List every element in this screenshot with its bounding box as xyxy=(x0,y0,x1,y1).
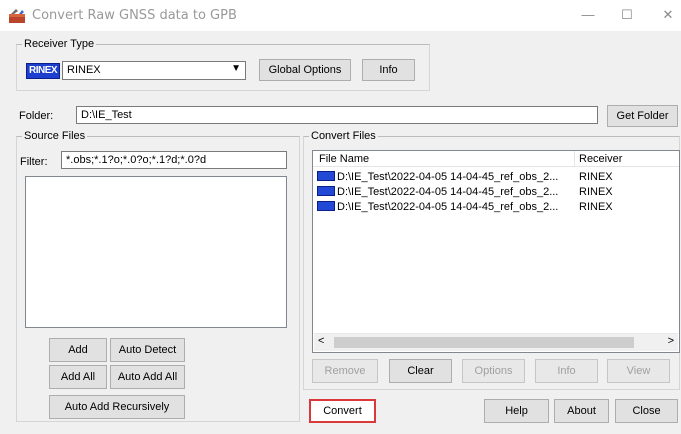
view-button[interactable]: View xyxy=(607,359,670,383)
add-button[interactable]: Add xyxy=(49,338,107,362)
file-info-button[interactable]: Info xyxy=(535,359,598,383)
convert-files-list[interactable]: File Name Receiver D:\IE_Test\2022-04-05… xyxy=(312,150,680,353)
filter-input[interactable]: *.obs;*.1?o;*.0?o;*.1?d;*.0?d xyxy=(61,151,287,169)
convert-files-label: Convert Files xyxy=(309,129,378,143)
remove-button[interactable]: Remove xyxy=(312,359,378,383)
close-button[interactable]: Close xyxy=(615,399,678,423)
close-window-button[interactable]: ✕ xyxy=(658,6,678,24)
receiver-info-button[interactable]: Info xyxy=(362,59,415,81)
column-header-file-name[interactable]: File Name xyxy=(313,151,575,167)
rinex-file-icon xyxy=(317,201,335,212)
rinex-logo: RINEX xyxy=(26,63,61,79)
help-button[interactable]: Help xyxy=(484,399,549,423)
source-files-list[interactable] xyxy=(25,176,287,328)
auto-add-all-button[interactable]: Auto Add All xyxy=(110,365,185,389)
scroll-right-icon[interactable]: > xyxy=(668,335,674,347)
window-title: Convert Raw GNSS data to GPB xyxy=(32,8,237,23)
receiver-select-value: RINEX xyxy=(67,64,101,76)
table-row[interactable]: D:\IE_Test\2022-04-05 14-04-45_ref_obs_2… xyxy=(317,170,677,185)
folder-input[interactable]: D:\IE_Test xyxy=(76,106,598,124)
row-receiver: RINEX xyxy=(579,171,613,183)
global-options-button[interactable]: Global Options xyxy=(259,59,351,81)
convert-button[interactable]: Convert xyxy=(309,399,376,423)
receiver-type-label: Receiver Type xyxy=(22,37,97,51)
clear-button[interactable]: Clear xyxy=(389,359,452,383)
source-files-label: Source Files xyxy=(22,129,88,143)
row-file-name: D:\IE_Test\2022-04-05 14-04-45_ref_obs_2… xyxy=(337,201,559,213)
about-button[interactable]: About xyxy=(554,399,609,423)
folder-label: Folder: xyxy=(19,110,54,122)
rinex-file-icon xyxy=(317,171,335,182)
table-row[interactable]: D:\IE_Test\2022-04-05 14-04-45_ref_obs_2… xyxy=(317,200,677,215)
get-folder-button[interactable]: Get Folder xyxy=(607,105,678,127)
toolbox-icon xyxy=(9,9,25,23)
horizontal-scrollbar[interactable]: < > xyxy=(314,333,678,351)
rinex-file-icon xyxy=(317,186,335,197)
add-all-button[interactable]: Add All xyxy=(49,365,107,389)
row-file-name: D:\IE_Test\2022-04-05 14-04-45_ref_obs_2… xyxy=(337,186,559,198)
convert-dialog: Convert Raw GNSS data to GPB — ☐ ✕ Recei… xyxy=(0,0,681,434)
row-file-name: D:\IE_Test\2022-04-05 14-04-45_ref_obs_2… xyxy=(337,171,559,183)
filter-label: Filter: xyxy=(20,156,48,168)
maximize-button[interactable]: ☐ xyxy=(617,6,637,24)
column-header-receiver[interactable]: Receiver xyxy=(575,151,679,167)
options-button[interactable]: Options xyxy=(462,359,525,383)
auto-add-recursively-button[interactable]: Auto Add Recursively xyxy=(49,395,185,419)
chevron-down-icon: ▼ xyxy=(231,63,241,74)
table-row[interactable]: D:\IE_Test\2022-04-05 14-04-45_ref_obs_2… xyxy=(317,185,677,200)
receiver-select[interactable]: RINEX ▼ xyxy=(62,61,246,80)
scroll-left-icon[interactable]: < xyxy=(318,335,324,347)
minimize-button[interactable]: — xyxy=(578,6,598,24)
row-receiver: RINEX xyxy=(579,201,613,213)
scrollbar-thumb[interactable] xyxy=(334,337,634,348)
row-receiver: RINEX xyxy=(579,186,613,198)
auto-detect-button[interactable]: Auto Detect xyxy=(110,338,185,362)
title-bar[interactable]: Convert Raw GNSS data to GPB — ☐ ✕ xyxy=(0,0,681,31)
